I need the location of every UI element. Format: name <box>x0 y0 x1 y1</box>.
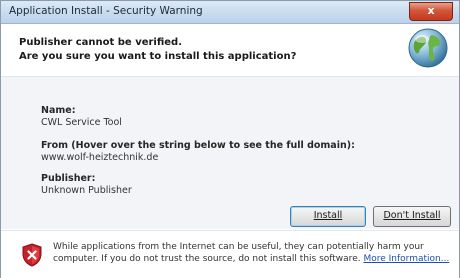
from-label: From (Hover over the string below to see… <box>41 140 355 151</box>
security-warning-dialog: Application Install - Security Warning x… <box>0 0 460 278</box>
warning-header: Publisher cannot be verified. Are you su… <box>1 24 459 77</box>
window-title: Application Install - Security Warning <box>9 5 203 17</box>
globe-icon <box>408 28 448 68</box>
warning-footer: While applications from the Internet can… <box>1 230 459 278</box>
warning-title: Publisher cannot be verified. <box>19 37 183 48</box>
dont-install-button[interactable]: Don't Install <box>373 206 451 227</box>
title-bar[interactable]: Application Install - Security Warning x <box>1 1 459 24</box>
publisher-label: Publisher: <box>41 173 96 184</box>
install-button[interactable]: Install <box>290 206 366 227</box>
warning-message: While applications from the Internet can… <box>53 241 453 265</box>
more-information-link[interactable]: More Information... <box>363 254 449 264</box>
warning-question: Are you sure you want to install this ap… <box>19 51 297 62</box>
security-shield-icon <box>22 243 42 267</box>
publisher-value: Unknown Publisher <box>41 185 132 196</box>
close-button[interactable]: x <box>409 2 453 21</box>
name-value: CWL Service Tool <box>41 117 122 128</box>
from-value[interactable]: www.wolf-heiztechnik.de <box>41 152 158 163</box>
name-label: Name: <box>41 105 76 116</box>
